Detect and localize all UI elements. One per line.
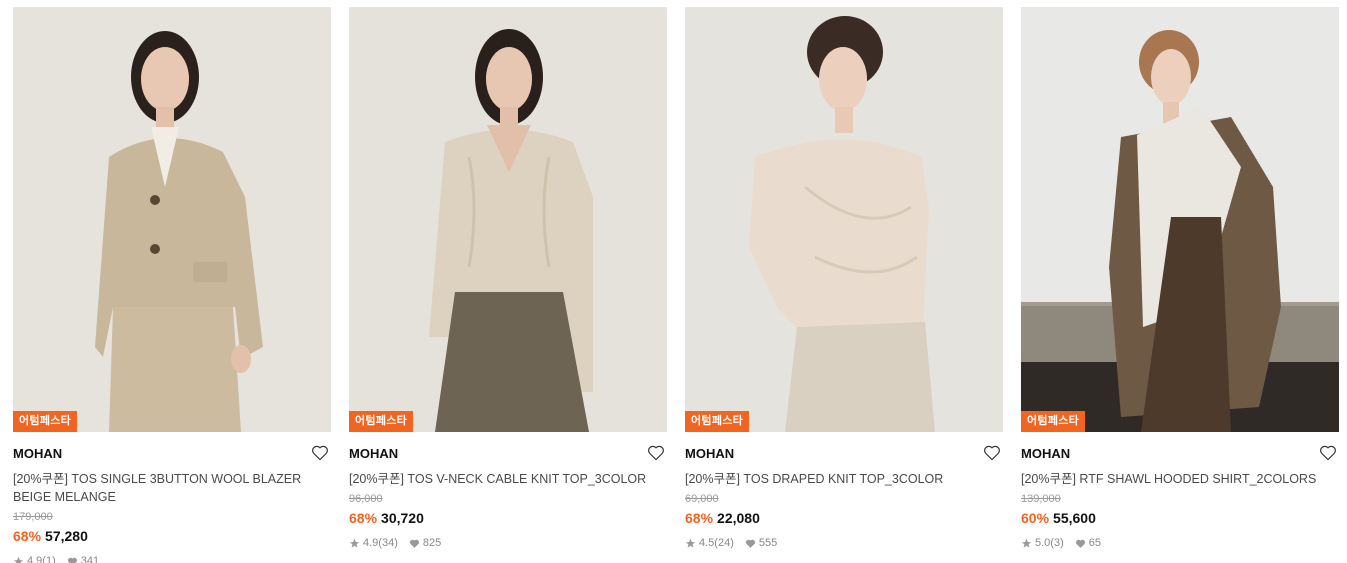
review-count: (24): [714, 537, 734, 549]
price-row: 68% 30,720: [349, 510, 667, 527]
rating-value: 4.9: [27, 555, 43, 563]
original-price: 179,000: [13, 511, 53, 523]
product-name[interactable]: [20%쿠폰] TOS V-NECK CABLE KNIT TOP_3COLOR: [349, 470, 649, 488]
sale-price: 22,080: [717, 510, 760, 526]
likes-heart-icon: [745, 538, 756, 549]
discount-rate: 68%: [13, 528, 42, 544]
product-image[interactable]: 어텀페스타: [685, 7, 1003, 432]
likes-count: 555: [758, 537, 778, 549]
product-name[interactable]: [20%쿠폰] TOS SINGLE 3BUTTON WOOL BLAZER B…: [13, 470, 313, 506]
likes-count: 65: [1088, 537, 1101, 549]
rating-value: 5.0: [1035, 537, 1051, 549]
product-info: MOHAN [20%쿠폰] TOS V-NECK CABLE KNIT TOP_…: [349, 432, 667, 550]
original-price: 96,000: [349, 493, 383, 505]
brand-name[interactable]: MOHAN: [1021, 446, 1339, 462]
discount-rate: 68%: [685, 510, 714, 526]
likes-count: 825: [422, 537, 442, 549]
product-card[interactable]: 어텀페스타 MOHAN [20%쿠폰] TOS V-NECK CABLE KNI…: [349, 7, 667, 550]
star-icon: [685, 538, 696, 549]
rating-value: 4.5: [699, 537, 715, 549]
discount-rate: 68%: [349, 510, 378, 526]
product-card[interactable]: 어텀페스타 MOHAN [20%쿠폰] TOS SINGLE 3BUTTON W…: [13, 7, 331, 563]
product-meta: 4.9 (1) 341: [13, 555, 331, 563]
event-badge: 어텀페스타: [685, 411, 750, 432]
product-image[interactable]: 어텀페스타: [1021, 7, 1339, 432]
wishlist-heart-icon[interactable]: [983, 444, 1001, 461]
likes-heart-icon: [409, 538, 420, 549]
product-info: MOHAN [20%쿠폰] RTF SHAWL HOODED SHIRT_2CO…: [1021, 432, 1339, 550]
sale-price: 30,720: [381, 510, 424, 526]
review-count: (34): [378, 537, 398, 549]
product-card[interactable]: 어텀페스타 MOHAN [20%쿠폰] RTF SHAWL HOODED SHI…: [1021, 7, 1339, 550]
product-name[interactable]: [20%쿠폰] TOS DRAPED KNIT TOP_3COLOR: [685, 470, 985, 488]
review-count: (3): [1050, 537, 1064, 549]
event-badge: 어텀페스타: [349, 411, 414, 432]
product-name[interactable]: [20%쿠폰] RTF SHAWL HOODED SHIRT_2COLORS: [1021, 470, 1321, 488]
discount-rate: 60%: [1021, 510, 1050, 526]
event-badge: 어텀페스타: [13, 411, 78, 432]
wishlist-heart-icon[interactable]: [311, 444, 329, 461]
sale-price: 55,600: [1053, 510, 1096, 526]
rating-value: 4.9: [363, 537, 379, 549]
product-photo-icon: [1021, 7, 1339, 432]
product-image[interactable]: 어텀페스타: [13, 7, 331, 432]
original-price: 139,000: [1021, 493, 1061, 505]
product-meta: 4.9 (34) 825: [349, 537, 667, 550]
star-icon: [13, 556, 24, 563]
sale-price: 57,280: [45, 528, 88, 544]
wishlist-heart-icon[interactable]: [1319, 444, 1337, 461]
product-image[interactable]: 어텀페스타: [349, 7, 667, 432]
product-grid: 어텀페스타 MOHAN [20%쿠폰] TOS SINGLE 3BUTTON W…: [0, 0, 1347, 563]
product-photo-icon: [13, 7, 331, 432]
product-info: MOHAN [20%쿠폰] TOS SINGLE 3BUTTON WOOL BL…: [13, 432, 331, 563]
brand-name[interactable]: MOHAN: [685, 446, 1003, 462]
likes-heart-icon: [67, 556, 78, 563]
brand-name[interactable]: MOHAN: [349, 446, 667, 462]
product-photo-icon: [349, 7, 667, 432]
wishlist-heart-icon[interactable]: [647, 444, 665, 461]
review-count: (1): [42, 555, 56, 563]
price-row: 68% 22,080: [685, 510, 1003, 527]
likes-heart-icon: [1075, 538, 1086, 549]
likes-count: 341: [80, 555, 100, 563]
product-meta: 5.0 (3) 65: [1021, 537, 1339, 550]
original-price: 69,000: [685, 493, 719, 505]
price-row: 68% 57,280: [13, 528, 331, 545]
star-icon: [1021, 538, 1032, 549]
product-meta: 4.5 (24) 555: [685, 537, 1003, 550]
product-info: MOHAN [20%쿠폰] TOS DRAPED KNIT TOP_3COLOR…: [685, 432, 1003, 550]
brand-name[interactable]: MOHAN: [13, 446, 331, 462]
event-badge: 어텀페스타: [1021, 411, 1086, 432]
product-photo-icon: [685, 7, 1003, 432]
star-icon: [349, 538, 360, 549]
price-row: 60% 55,600: [1021, 510, 1339, 527]
product-card[interactable]: 어텀페스타 MOHAN [20%쿠폰] TOS DRAPED KNIT TOP_…: [685, 7, 1003, 550]
